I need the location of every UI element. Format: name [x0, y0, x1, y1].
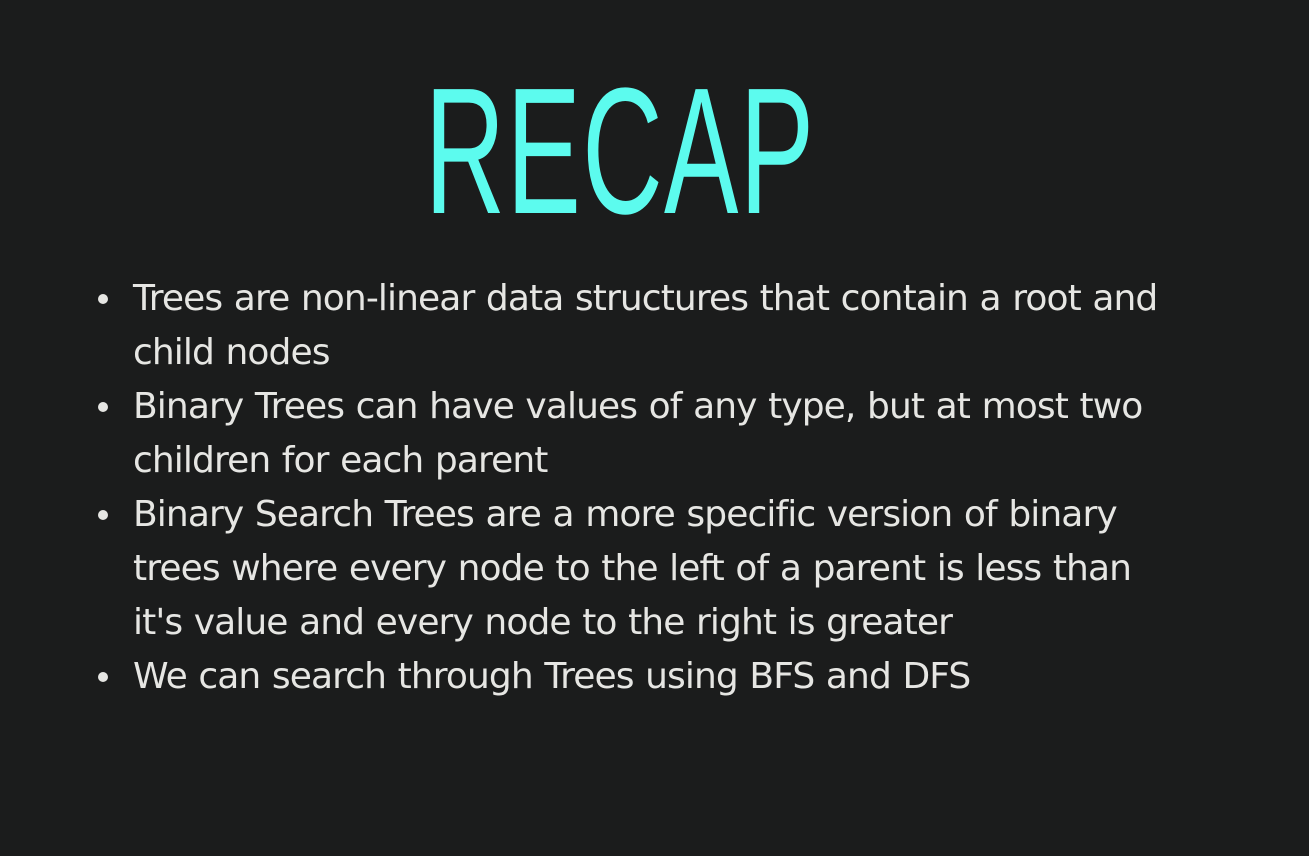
- bullet-dot-icon: [98, 294, 108, 304]
- bullet-item: Trees are non-linear data structures tha…: [96, 272, 1176, 380]
- bullet-item: Binary Search Trees are a more specific …: [96, 488, 1176, 650]
- bullet-text: We can search through Trees using BFS an…: [133, 656, 971, 697]
- bullet-dot-icon: [98, 510, 108, 520]
- bullet-dot-icon: [98, 672, 108, 682]
- bullet-text: Trees are non-linear data structures tha…: [133, 278, 1158, 373]
- bullet-dot-icon: [98, 402, 108, 412]
- slide: RECAP Trees are non-linear data structur…: [0, 0, 1309, 856]
- bullet-text: Binary Search Trees are a more specific …: [133, 494, 1132, 643]
- bullet-list: Trees are non-linear data structures tha…: [96, 272, 1176, 704]
- bullet-text: Binary Trees can have values of any type…: [133, 386, 1143, 481]
- slide-title: RECAP: [424, 51, 816, 252]
- bullet-item: Binary Trees can have values of any type…: [96, 380, 1176, 488]
- bullet-item: We can search through Trees using BFS an…: [96, 650, 1176, 704]
